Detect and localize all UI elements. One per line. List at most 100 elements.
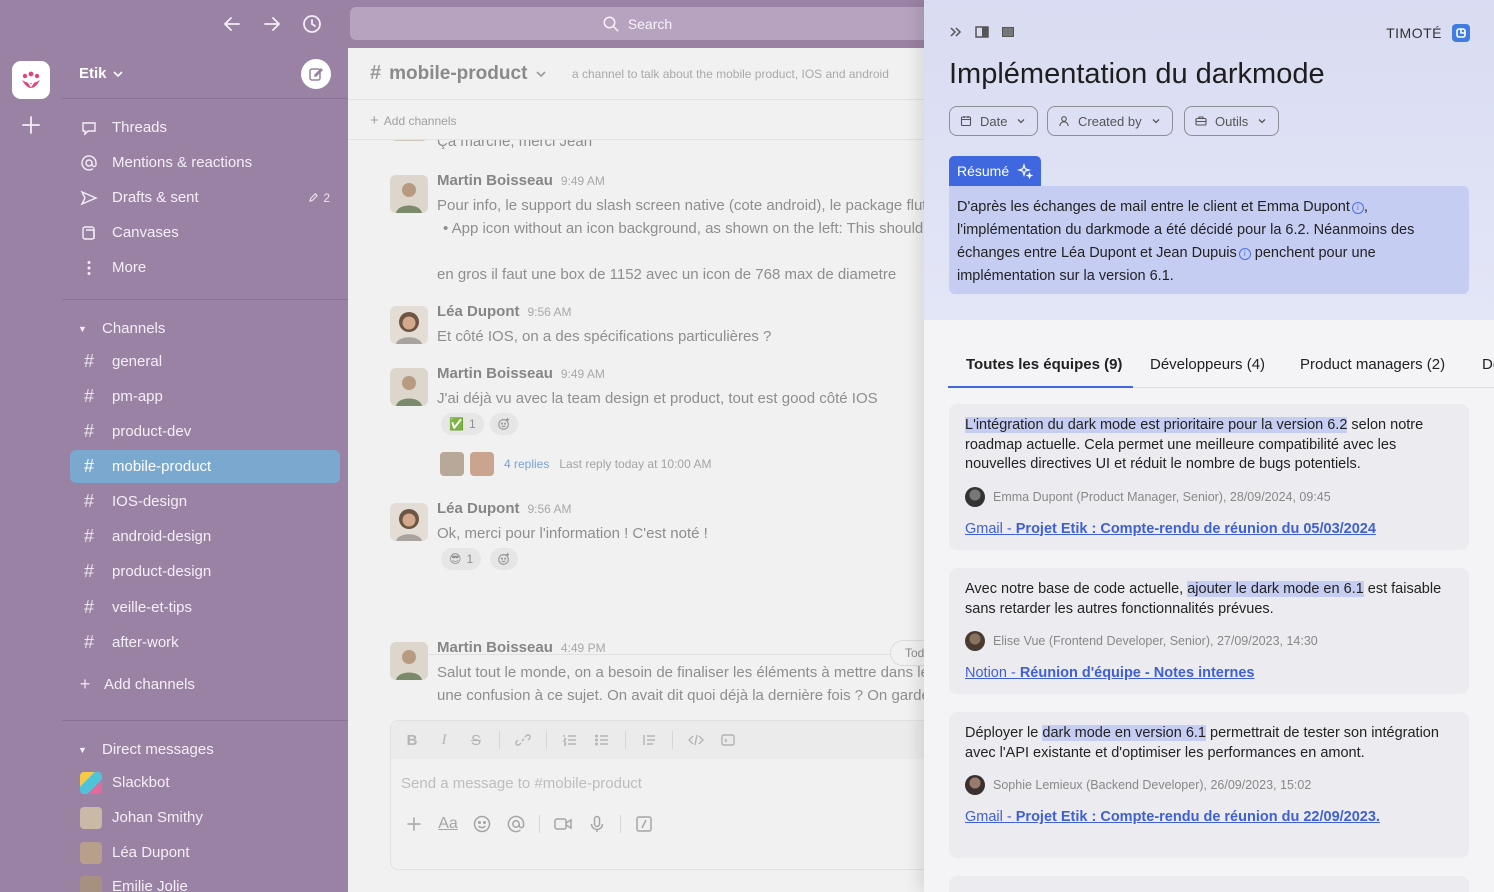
message-input[interactable] xyxy=(401,771,921,795)
back-arrow-icon[interactable] xyxy=(220,12,244,36)
italic-icon[interactable]: I xyxy=(435,731,453,749)
video-icon[interactable] xyxy=(552,813,574,835)
sidebar-dm-emilie-jolie[interactable]: Emilie Jolie xyxy=(70,870,340,892)
reaction-chip[interactable]: ✅ 1 xyxy=(441,413,484,435)
panel-title: Implémentation du darkmode xyxy=(949,58,1325,90)
tab-all-teams[interactable]: Toutes les équipes (9) xyxy=(966,356,1122,373)
attach-plus-icon[interactable] xyxy=(403,813,425,835)
add-reaction-button[interactable] xyxy=(490,548,518,570)
channels-section-toggle[interactable]: ▼ Channels xyxy=(78,320,165,337)
source-document-link[interactable]: Gmail - Projet Etik : Compte-rendu de ré… xyxy=(965,521,1453,537)
sidebar-dm-lea-dupont[interactable]: Léa Dupont xyxy=(70,836,340,869)
text-format-icon[interactable]: Aa xyxy=(437,813,459,835)
divider xyxy=(546,731,547,749)
sidebar-item-canvases[interactable]: Canvases xyxy=(70,216,340,249)
collapse-double-chevron-icon[interactable] xyxy=(948,24,964,40)
source-reference-icon[interactable]: i xyxy=(1351,202,1364,214)
quote-text: Déployer le dark mode en version 6.1 per… xyxy=(965,725,1439,761)
forward-arrow-icon[interactable] xyxy=(260,12,284,36)
search-label: Search xyxy=(627,15,673,32)
source-document-link[interactable]: Gmail - Projet Etik : Compte-rendu de ré… xyxy=(965,809,1453,825)
hash-icon: # xyxy=(370,62,382,84)
compose-icon xyxy=(309,67,324,81)
sidebar-item-drafts[interactable]: Drafts & sent 2 xyxy=(70,181,340,214)
message-author[interactable]: Léa Dupont xyxy=(437,303,520,320)
thread-summary[interactable]: 4 replies Last reply today at 10:00 AM xyxy=(440,452,711,476)
filter-created-by[interactable]: Created by xyxy=(1047,106,1173,136)
tab-designers[interactable]: Designers (3) xyxy=(1482,356,1494,373)
filter-date[interactable]: Date xyxy=(949,106,1039,136)
history-clock-icon[interactable] xyxy=(300,12,324,36)
tab-product-managers[interactable]: Product managers (2) xyxy=(1300,356,1445,373)
sidebar-channel-after-work[interactable]: # after-work xyxy=(70,626,340,659)
bullet-list-icon[interactable] xyxy=(593,731,611,749)
sidebar-item-more[interactable]: More xyxy=(70,251,340,284)
mention-icon[interactable] xyxy=(505,813,527,835)
plus-icon: + xyxy=(79,674,91,694)
avatar xyxy=(80,806,102,829)
sidebar-channel-pm-app[interactable]: # pm-app xyxy=(70,380,340,413)
hash-icon: # xyxy=(83,597,94,617)
sidebar-add-channels[interactable]: + Add channels xyxy=(66,668,336,701)
quote-highlight: dark mode en version 6.1 xyxy=(1042,725,1206,741)
message-author[interactable]: Martin Boisseau xyxy=(437,639,553,656)
caret-down-icon: ▼ xyxy=(78,323,87,334)
sidebar-channel-mobile-product[interactable]: # mobile-product xyxy=(70,450,340,483)
strikethrough-icon[interactable]: S xyxy=(467,731,485,749)
microphone-icon[interactable] xyxy=(586,813,608,835)
add-workspace-icon[interactable] xyxy=(19,113,43,137)
sidebar-channel-product-dev[interactable]: # product-dev xyxy=(70,415,340,448)
avatar xyxy=(965,486,985,507)
compose-button[interactable] xyxy=(301,59,331,89)
panel-user[interactable]: TIMOTÉ xyxy=(1386,24,1470,42)
message-author[interactable]: Léa Dupont xyxy=(437,500,520,517)
add-bookmark-button[interactable]: + Add channels xyxy=(370,112,457,129)
workspace-switcher[interactable]: Etik xyxy=(79,65,124,82)
search-bar[interactable]: Search xyxy=(350,7,924,40)
formatting-toolbar: B I S xyxy=(391,721,924,759)
chevron-down-icon xyxy=(1258,119,1266,124)
sidebar-channel-ios-design[interactable]: # IOS-design xyxy=(70,485,340,518)
quote-card: Avec notre base de code actuelle, ajoute… xyxy=(949,568,1469,694)
emoji-icon[interactable] xyxy=(471,813,493,835)
code-icon[interactable] xyxy=(687,731,705,749)
tab-developers[interactable]: Développeurs (4) xyxy=(1150,356,1265,373)
sidebar-item-mentions[interactable]: Mentions & reactions xyxy=(70,146,340,179)
quote-text: L'intégration du dark mode est prioritai… xyxy=(965,417,1424,472)
sidebar-dm-johan-smithy[interactable]: Johan Smithy xyxy=(70,801,340,834)
source-document-link[interactable]: Notion - Réunion d'équipe - Notes intern… xyxy=(965,665,1453,681)
message-text: J'ai déjà vu avec la team design et prod… xyxy=(437,390,878,407)
split-view-icon[interactable] xyxy=(974,24,990,40)
sidebar-channel-general[interactable]: # general xyxy=(70,345,340,378)
link-icon[interactable] xyxy=(514,731,532,749)
slash-command-icon[interactable] xyxy=(633,813,655,835)
workspace-logo-icon[interactable] xyxy=(12,61,50,99)
panel-toolbar xyxy=(948,24,1016,40)
message-time: 9:49 AM xyxy=(560,367,605,381)
dm-section-toggle[interactable]: ▼ Direct messages xyxy=(78,741,214,758)
bold-icon[interactable]: B xyxy=(403,731,421,749)
sidebar-channel-product-design[interactable]: # product-design xyxy=(70,555,340,588)
sidebar-item-label: Drafts & sent xyxy=(112,189,199,206)
divider xyxy=(539,815,540,833)
sidebar-item-threads[interactable]: Threads xyxy=(70,111,340,144)
sidebar-channel-android-design[interactable]: # android-design xyxy=(70,520,340,553)
thread-replies-link[interactable]: 4 replies xyxy=(504,457,549,471)
divider xyxy=(62,720,348,721)
source-reference-icon[interactable]: i xyxy=(1238,248,1251,260)
filter-outils[interactable]: Outils xyxy=(1184,106,1280,136)
channel-name: android-design xyxy=(112,528,212,545)
summary-tab[interactable]: Résumé xyxy=(949,156,1042,186)
ordered-list-icon[interactable] xyxy=(561,731,579,749)
message-author[interactable]: Martin Boisseau xyxy=(437,365,553,382)
code-block-icon[interactable] xyxy=(719,731,737,749)
full-view-icon[interactable] xyxy=(1000,24,1016,40)
sidebar-dm-slackbot[interactable]: Slackbot xyxy=(70,766,340,799)
channel-title[interactable]: # mobile-product xyxy=(370,62,547,85)
avatar xyxy=(80,875,102,892)
sidebar-channel-veille-et-tips[interactable]: # veille-et-tips xyxy=(70,591,340,624)
message-author[interactable]: Martin Boisseau xyxy=(437,172,553,189)
add-reaction-button[interactable] xyxy=(490,413,518,435)
reaction-chip[interactable]: 😎 1 xyxy=(441,548,482,570)
blockquote-icon[interactable] xyxy=(640,731,658,749)
